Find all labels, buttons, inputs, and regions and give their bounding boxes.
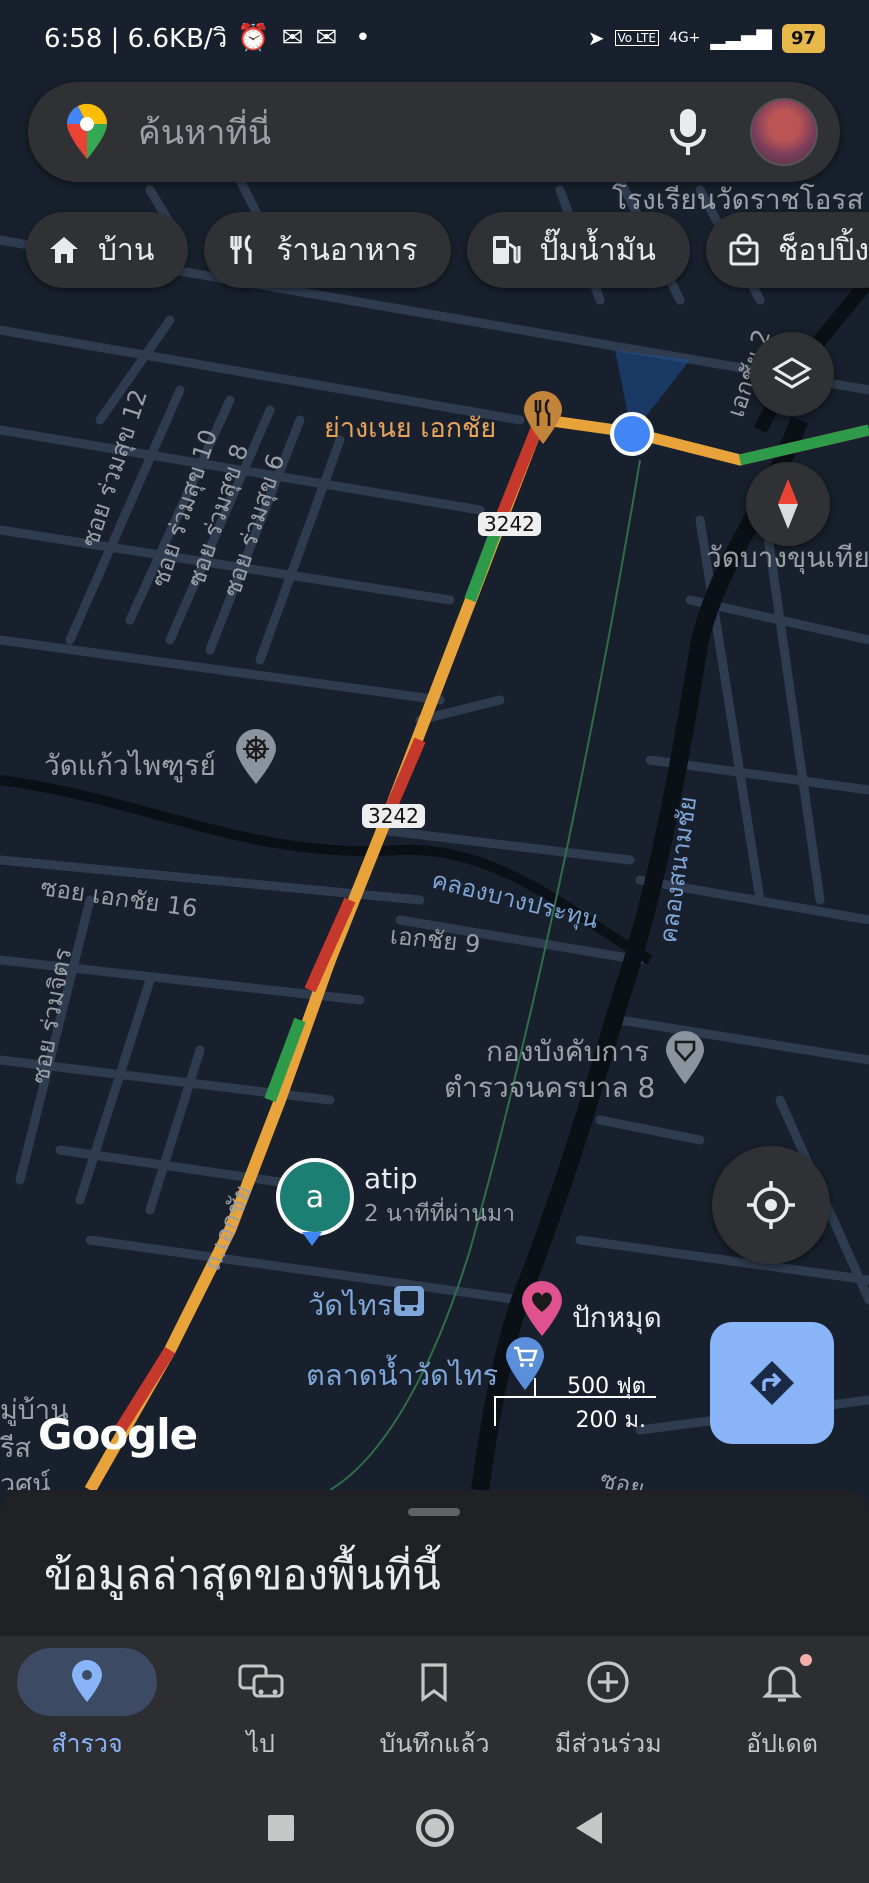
- layers-button[interactable]: [750, 332, 834, 416]
- microphone-icon[interactable]: [666, 105, 710, 159]
- friend-name[interactable]: atip: [364, 1162, 418, 1195]
- scale-bar: 500 ฟุต 200 ม.: [494, 1368, 656, 1433]
- commute-icon: [238, 1664, 284, 1698]
- back-button[interactable]: [575, 1812, 602, 1844]
- home-button[interactable]: [415, 1809, 454, 1847]
- tab-label: สำรวจ: [51, 1729, 123, 1758]
- search-bar[interactable]: ค้นหาที่นี่: [28, 82, 840, 182]
- tab-go[interactable]: ไป: [174, 1636, 348, 1773]
- my-location-icon: [747, 1181, 795, 1229]
- more-dot-icon: •: [355, 23, 371, 53]
- sheet-title: ข้อมูลล่าสุดของพื้นที่นี้: [44, 1550, 441, 1599]
- poi-market-label[interactable]: ตลาดน้ำวัดไทร: [306, 1352, 498, 1398]
- chip-shopping[interactable]: ช็อปปิ้ง: [705, 212, 869, 288]
- directions-icon: [750, 1361, 794, 1405]
- alarm-icon: ⏰: [237, 23, 270, 53]
- gas-station-icon: [493, 236, 521, 264]
- chip-label: ปั๊มน้ำมัน: [539, 232, 656, 268]
- poi-police-label-line2: ตำรวจนครบาล 8: [444, 1071, 656, 1104]
- chip-home[interactable]: บ้าน: [26, 212, 189, 288]
- friend-initial: a: [305, 1179, 325, 1215]
- scale-meters: 200 ม.: [575, 1408, 646, 1433]
- friend-time: 2 นาทีที่ผ่านมา: [364, 1201, 516, 1227]
- compass-icon: [778, 479, 798, 529]
- tab-label: ไป: [246, 1729, 275, 1758]
- location-arrow-icon: ➤: [587, 26, 605, 50]
- layers-icon: [772, 357, 812, 389]
- road-shield-3242: 3242: [478, 512, 541, 536]
- tab-saved[interactable]: บันทึกแล้ว: [348, 1636, 522, 1773]
- tab-label: มีส่วนร่วม: [554, 1729, 662, 1758]
- road-shield-3242: 3242: [362, 804, 425, 828]
- maps-logo-icon: [66, 103, 108, 159]
- my-location-button[interactable]: [712, 1146, 830, 1264]
- poi-temple-left-label[interactable]: วัดแก้วไพฑูรย์: [44, 744, 216, 788]
- chip-label: บ้าน: [98, 232, 155, 268]
- tab-contribute[interactable]: มีส่วนร่วม: [521, 1636, 695, 1773]
- home-icon: [50, 237, 78, 263]
- bell-icon: [762, 1666, 802, 1702]
- add-circle-icon: [587, 1661, 629, 1703]
- battery-icon: 97: [781, 23, 825, 53]
- tab-explore[interactable]: สำรวจ: [0, 1636, 174, 1773]
- notification-dot: [800, 1654, 813, 1666]
- poi-village-label-3: วศน์: [0, 1469, 51, 1490]
- friend-avatar[interactable]: a: [276, 1158, 354, 1236]
- compass-button[interactable]: [746, 462, 830, 546]
- sheet-drag-handle[interactable]: [408, 1508, 460, 1516]
- signal-icon: ▂▃▅▇: [710, 26, 772, 50]
- directions-button[interactable]: [710, 1322, 834, 1444]
- status-time-speed: 6:58 | 6.6KB/วิ: [44, 23, 228, 54]
- recents-button[interactable]: [267, 1815, 294, 1841]
- category-chips: บ้าน ร้านอาหาร ปั๊มน้ำมัน ช็อปปิ้ง: [26, 212, 869, 288]
- chip-restaurant[interactable]: ร้านอาหาร: [204, 212, 452, 288]
- restaurant-icon: [230, 234, 253, 264]
- search-input[interactable]: ค้นหาที่นี่: [138, 105, 666, 159]
- system-navigation-bar: [0, 1773, 869, 1883]
- messenger-icon: ✉: [315, 23, 338, 53]
- bookmark-icon: [421, 1663, 448, 1702]
- chip-label: ร้านอาหาร: [276, 232, 418, 268]
- profile-avatar[interactable]: [750, 98, 818, 166]
- chip-label: ช็อปปิ้ง: [777, 232, 869, 268]
- poi-restaurant-label[interactable]: ย่างเนย เอกชัย: [324, 406, 496, 449]
- tab-label: บันทึกแล้ว: [379, 1729, 490, 1758]
- messenger-icon: ✉: [281, 23, 304, 53]
- poi-wat-sai-label[interactable]: วัดไทร: [308, 1282, 392, 1328]
- friend-pointer: [302, 1232, 322, 1246]
- tab-label: อัปเดต: [746, 1729, 819, 1758]
- network-label: 4G+: [668, 30, 701, 46]
- bottom-navigation: สำรวจ ไป บันทึกแล้ว มีส่วนร่วม อัปเดต: [0, 1636, 869, 1773]
- bottom-sheet[interactable]: ข้อมูลล่าสุดของพื้นที่นี้: [0, 1490, 869, 1636]
- shopping-icon: [729, 233, 759, 266]
- google-logo: Google: [38, 1410, 198, 1459]
- chip-gas-station[interactable]: ปั๊มน้ำมัน: [467, 212, 690, 288]
- volte-icon: Vo LTE: [614, 30, 659, 46]
- status-bar: 6:58 | 6.6KB/วิ ⏰ ✉ ✉ • ➤ Vo LTE 4G+ ▂▃▅…: [0, 0, 869, 76]
- location-pin-icon: [71, 1660, 102, 1702]
- poi-pin-label[interactable]: ปักหมุด: [572, 1296, 662, 1340]
- tab-updates[interactable]: อัปเดต: [695, 1636, 869, 1773]
